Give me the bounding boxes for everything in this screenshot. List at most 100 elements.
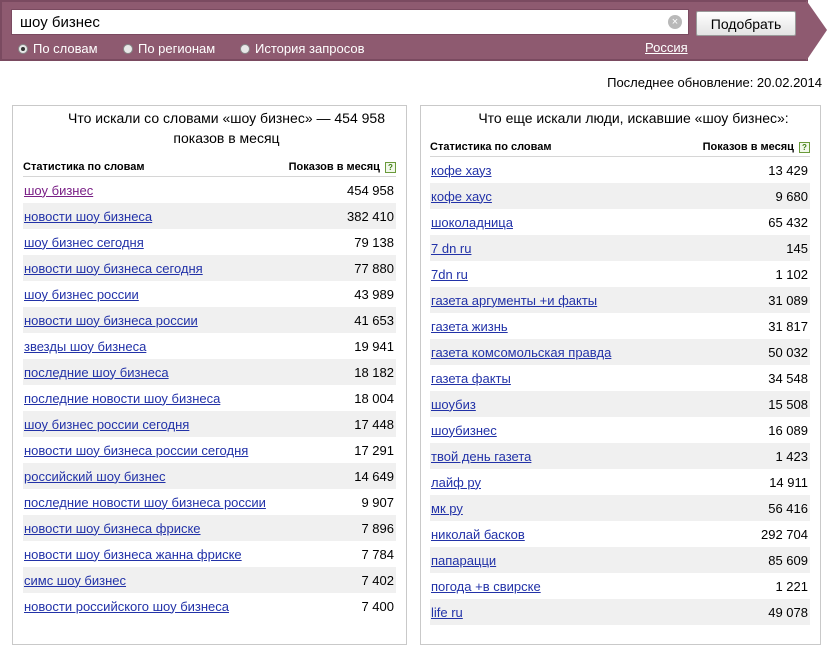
mode-by-words[interactable]: По словам [18,41,98,56]
phrase-link[interactable]: 7 dn ru [430,241,471,256]
phrase-link[interactable]: газета жизнь [430,319,508,334]
table-row: папарацци 85 609 [430,547,810,573]
submit-button[interactable]: Подобрать [696,11,796,36]
phrase-link[interactable]: шоколадница [430,215,513,230]
words-panel-title: Что искали со словами «шоу бизнес» — 454… [67,110,385,146]
impressions-count: 41 653 [354,312,394,328]
col-count-header: Показов в месяц ? [289,161,396,173]
table-row: лайф ру 14 911 [430,469,810,495]
table-row: газета жизнь 31 817 [430,313,810,339]
phrase-link[interactable]: погода +в свирске [430,579,541,594]
phrase-link[interactable]: новости шоу бизнеса россии сегодня [23,443,248,458]
phrase-link[interactable]: звезды шоу бизнеса [23,339,146,354]
impressions-count: 18 182 [354,364,394,380]
phrase-link[interactable]: твой день газета [430,449,531,464]
phrase-link[interactable]: симс шоу бизнес [23,573,126,588]
phrase-link[interactable]: шоубиз [430,397,476,412]
table-row: николай басков 292 704 [430,521,810,547]
phrase-link[interactable]: газета факты [430,371,511,386]
radio-icon[interactable] [123,43,133,54]
search-box: × [11,9,689,35]
help-icon[interactable]: ? [385,161,396,173]
impressions-count: 1 221 [775,578,808,594]
table-row: новости шоу бизнеса 382 410 [23,203,396,229]
table-row: кофе хауз 13 429 [430,157,810,183]
phrase-link[interactable]: газета аргументы +и факты [430,293,597,308]
table-row: последние новости шоу бизнеса 18 004 [23,385,396,411]
impressions-count: 15 508 [768,396,808,412]
impressions-count: 14 911 [769,474,808,490]
phrase-link[interactable]: последние новости шоу бизнеса [23,391,220,406]
phrase-link[interactable]: кофе хауз [430,163,492,178]
table-row: новости российского шоу бизнеса 7 400 [23,593,396,619]
phrase-link[interactable]: шоубизнес [430,423,497,438]
region-link[interactable]: Россия [645,40,688,55]
mode-by-regions-label: По регионам [138,41,216,56]
words-table: шоу бизнес 454 958 новости шоу бизнеса 382 … [23,177,396,619]
phrase-link[interactable]: кофе хаус [430,189,492,204]
phrase-link[interactable]: новости шоу бизнеса [23,209,152,224]
phrase-link[interactable]: новости шоу бизнеса россии [23,313,198,328]
radio-icon[interactable] [240,43,250,54]
radio-checked-icon[interactable] [18,43,28,54]
col-count-label: Показов в месяц [702,141,794,153]
mode-by-regions[interactable]: По регионам [123,41,215,56]
phrase-link[interactable]: шоу бизнес [23,183,93,198]
col-words-header: Статистика по словам [23,161,145,173]
impressions-count: 7 784 [361,546,394,562]
words-table-header: Статистика по словам Показов в месяц ? [23,158,396,177]
impressions-count: 454 958 [347,182,394,198]
table-row: газета комсомольская правда 50 032 [430,339,810,365]
phrase-link[interactable]: газета комсомольская правда [430,345,611,360]
phrase-link[interactable]: новости шоу бизнеса жанна фриске [23,547,242,562]
mode-by-words-label: По словам [33,41,98,56]
table-row: последние новости шоу бизнеса россии 9 90… [23,489,396,515]
last-updated: Последнее обновление: 20.02.2014 [607,75,822,90]
impressions-count: 31 089 [768,292,808,308]
search-band-arrow [806,0,827,61]
phrase-link[interactable]: новости российского шоу бизнеса [23,599,229,614]
help-icon[interactable]: ? [799,141,810,153]
search-input[interactable] [12,10,660,34]
clear-icon[interactable]: × [668,15,682,29]
table-row: 7dn ru 1 102 [430,261,810,287]
phrase-link[interactable]: шоу бизнес россии сегодня [23,417,189,432]
impressions-count: 18 004 [354,390,394,406]
mode-history[interactable]: История запросов [240,41,365,56]
col-words-header: Статистика по словам [430,141,552,153]
phrase-link[interactable]: мк ру [430,501,463,516]
col-count-label: Показов в месяц [288,161,380,173]
table-row: погода +в свирске 1 221 [430,573,810,599]
phrase-link[interactable]: новости шоу бизнеса фриске [23,521,201,536]
impressions-count: 1 102 [775,266,808,282]
phrase-link[interactable]: последние новости шоу бизнеса россии [23,495,266,510]
table-row: звезды шоу бизнеса 19 941 [23,333,396,359]
impressions-count: 145 [786,240,808,256]
words-panel: Что искали со словами «шоу бизнес» — 454… [12,105,407,645]
table-row: российский шоу бизнес 14 649 [23,463,396,489]
phrase-link[interactable]: шоу бизнес сегодня [23,235,144,250]
phrase-link[interactable]: life ru [430,605,463,620]
impressions-count: 79 138 [354,234,394,250]
impressions-count: 85 609 [768,552,808,568]
phrase-link[interactable]: последние шоу бизнеса [23,365,169,380]
phrase-link[interactable]: папарацци [430,553,496,568]
phrase-link[interactable]: 7dn ru [430,267,468,282]
phrase-link[interactable]: новости шоу бизнеса сегодня [23,261,203,276]
phrase-link[interactable]: шоу бизнес россии [23,287,139,302]
table-row: новости шоу бизнеса россии 41 653 [23,307,396,333]
phrase-link[interactable]: николай басков [430,527,525,542]
impressions-count: 1 423 [775,448,808,464]
impressions-count: 77 880 [354,260,394,276]
phrase-link[interactable]: российский шоу бизнес [23,469,166,484]
phrase-link[interactable]: лайф ру [430,475,481,490]
table-row: газета факты 34 548 [430,365,810,391]
impressions-count: 382 410 [347,208,394,224]
table-row: шоубиз 15 508 [430,391,810,417]
impressions-count: 43 989 [354,286,394,302]
impressions-count: 9 907 [361,494,394,510]
mode-history-label: История запросов [255,41,365,56]
table-row: газета аргументы +и факты 31 089 [430,287,810,313]
table-row: шоу бизнес россии 43 989 [23,281,396,307]
table-row: 7 dn ru 145 [430,235,810,261]
